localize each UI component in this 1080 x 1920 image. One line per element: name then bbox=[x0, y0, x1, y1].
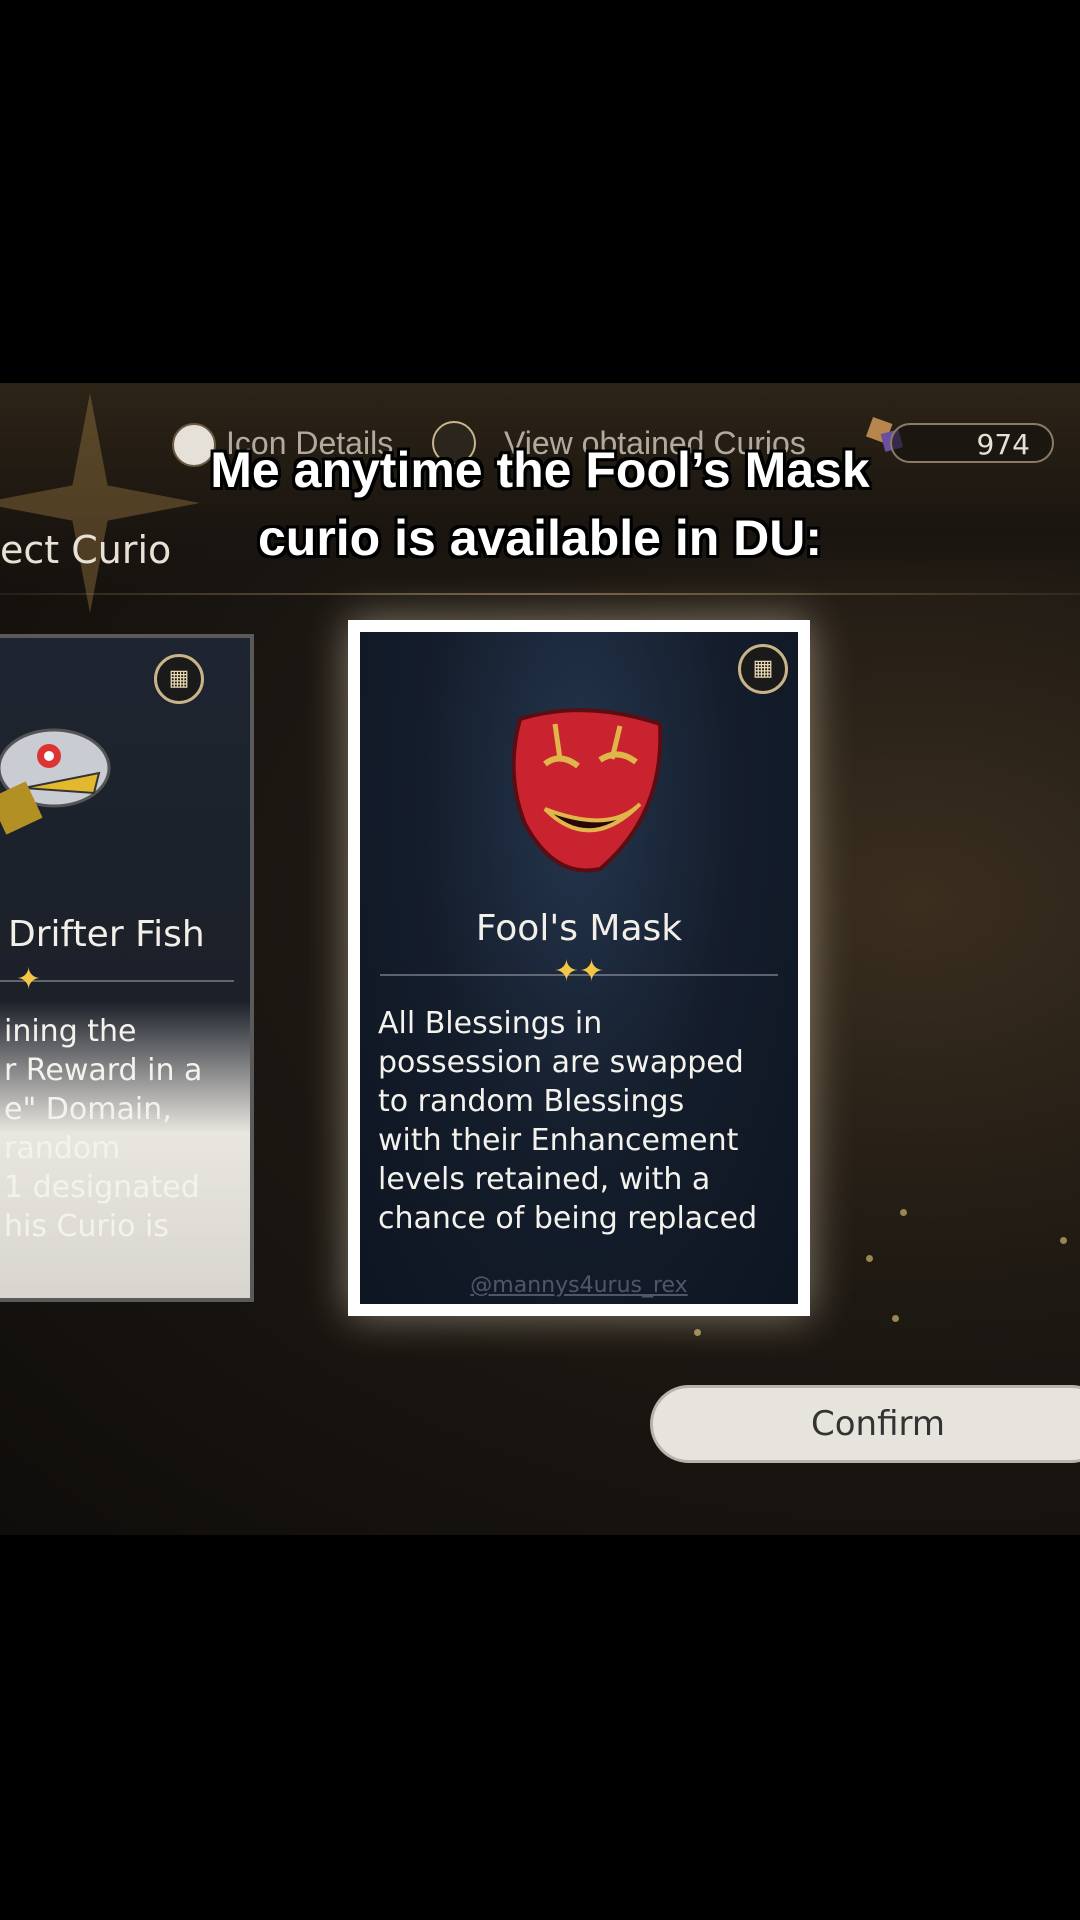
caption-line-1: Me anytime the Fool’s Mask bbox=[210, 442, 870, 498]
sparkle bbox=[694, 1329, 701, 1336]
video-caption: Me anytime the Fool’s Mask curio is avai… bbox=[0, 436, 1080, 572]
rarity-stars: ✦ bbox=[16, 962, 42, 997]
sparkle bbox=[892, 1315, 899, 1322]
card-description: All Blessings in possession are swapped … bbox=[378, 1006, 758, 1236]
header-divider bbox=[0, 593, 1080, 595]
card-name: Fool's Mask bbox=[475, 908, 683, 949]
sparkle bbox=[900, 1209, 907, 1216]
mask-icon bbox=[511, 708, 663, 873]
rarity-stars: ✦✦ bbox=[553, 954, 605, 989]
card-description: ining the r Reward in a e" Domain, rando… bbox=[4, 1014, 203, 1244]
sparkle bbox=[866, 1255, 873, 1262]
caption-line-2: curio is available in DU: bbox=[257, 510, 823, 566]
curio-card-drifter-fish[interactable]: ▦ Drifter Fish ✦ ining the r Reward in a… bbox=[0, 634, 254, 1302]
book-icon[interactable]: ▦ bbox=[154, 654, 204, 704]
curio-card-fools-mask[interactable]: ▦ Fool's Mask ✦✦ All Blessings in posses… bbox=[348, 620, 810, 1316]
sparkle bbox=[1060, 1237, 1067, 1244]
card-name: Drifter Fish bbox=[8, 914, 205, 955]
card-body: ▦ Fool's Mask ✦✦ All Blessings in posses… bbox=[360, 632, 798, 1304]
watermark: @mannys4urus_rex bbox=[470, 1273, 688, 1298]
confirm-button[interactable]: Confirm bbox=[650, 1385, 1080, 1463]
book-icon[interactable]: ▦ bbox=[738, 644, 788, 694]
fish-icon bbox=[0, 728, 111, 835]
